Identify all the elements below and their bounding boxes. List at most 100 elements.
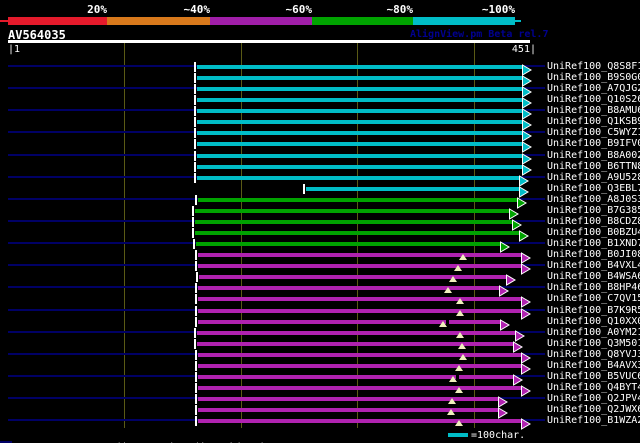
ruler-gridline [124,43,125,428]
alignment-bar[interactable] [195,231,520,235]
alignment-bar[interactable] [197,87,523,91]
alignment-bar-arrowhead [521,415,531,430]
alignment-bar[interactable] [198,320,501,324]
alignment-bar[interactable] [196,242,501,246]
query-gap-marker-icon [456,298,464,304]
bar-start-marker [195,383,197,393]
bar-start-marker [195,361,197,371]
alignment-bar-arrowhead [521,382,531,397]
alignment-bar[interactable] [198,386,522,390]
alignment-bar[interactable] [197,154,523,158]
bar-start-marker [195,306,197,316]
alignment-bar[interactable] [198,309,522,313]
legend-large-gaps: Large gaps: (in Query)/- (in Subject) [8,430,266,443]
bar-start-marker [195,394,197,404]
alignment-bar[interactable] [197,331,516,335]
bar-start-marker [195,405,197,415]
alignment-bar[interactable] [198,198,518,202]
subject-gap-marker [446,318,449,326]
alignment-bar[interactable] [198,419,522,423]
alignment-bar[interactable] [198,286,500,290]
alignment-bar-arrowhead [498,404,508,419]
alignment-bar[interactable] [197,142,523,146]
alignment-bar[interactable] [195,220,513,224]
query-gap-marker-icon [454,265,462,271]
alignment-bar[interactable] [197,65,523,69]
bar-start-marker [194,95,196,105]
alignment-bar[interactable] [198,375,514,379]
query-gap-marker-icon [456,310,464,316]
query-gap-marker-icon [447,409,455,415]
alignment-bar[interactable] [198,264,522,268]
bar-start-marker [195,317,197,327]
bar-start-marker [192,228,194,238]
alignment-bar[interactable] [197,98,523,102]
bar-start-marker [194,117,196,127]
alignment-bar-arrowhead [499,282,509,297]
bar-start-marker [195,261,197,271]
alignment-bar[interactable] [199,275,507,279]
query-gap-marker-icon [455,387,463,393]
alignment-bar[interactable] [197,165,523,169]
subject-gap-marker [456,373,459,381]
bar-start-marker [196,272,198,282]
alignment-bar[interactable] [197,76,523,80]
alignment-bar-arrowhead [521,260,531,275]
alignment-bar-arrowhead [519,227,529,242]
query-gap-marker-icon [459,254,467,260]
alignment-bar-arrowhead [522,138,532,153]
query-gap-marker-icon [456,332,464,338]
bar-start-marker [194,173,196,183]
legend-scale-label: =100char. [471,430,526,441]
bar-start-marker [194,151,196,161]
bar-start-marker [194,339,196,349]
bar-start-marker [192,206,194,216]
query-gap-marker-icon [448,398,456,404]
alignment-bar[interactable] [198,297,522,301]
bar-start-marker [195,283,197,293]
alignment-bar[interactable] [306,187,520,191]
bar-start-marker [194,128,196,138]
query-gap-marker-icon [449,276,457,282]
alignment-bar-arrowhead [500,238,510,253]
alignment-bar-arrowhead [521,293,531,308]
alignment-bar[interactable] [197,342,514,346]
alignview-screen: 20% ~40% ~60% ~80% ~100% AV564035 AlignView.… [0,0,640,443]
alignment-bar-arrowhead [500,316,510,331]
query-gap-marker-icon [459,354,467,360]
bar-start-marker [194,62,196,72]
alignment-bar[interactable] [197,176,520,180]
bar-start-marker [194,84,196,94]
alignment-area: UniRef100_Q8S8F1 UniRef100_B9S0G0 UniRef10… [0,0,640,443]
bar-start-marker [193,239,195,249]
hit-label[interactable]: UniRef100_B9IFV0 [545,138,640,150]
bar-start-marker [194,162,196,172]
legend-scale-swatch [448,433,468,437]
bar-start-marker [194,106,196,116]
bar-start-marker [195,350,197,360]
alignment-bar[interactable] [197,120,523,124]
bar-start-marker [194,139,196,149]
bar-start-marker [303,184,305,194]
alignment-bar[interactable] [197,109,523,113]
alignment-bar[interactable] [198,253,522,257]
hit-label[interactable]: UniRef100_B1WZA2 [545,415,640,427]
alignment-bar-arrowhead [521,305,531,320]
query-gap-marker-icon [455,420,463,426]
hit-label[interactable]: UniRef100_C7QV15 [545,293,640,305]
query-gap-marker-icon [444,287,452,293]
alignment-bar[interactable] [197,131,523,135]
alignment-bar[interactable] [195,209,510,213]
bar-start-marker [194,328,196,338]
bar-start-marker [195,416,197,426]
bar-start-marker [195,294,197,304]
bar-start-marker [195,250,197,260]
bar-start-marker [195,372,197,382]
alignment-bar[interactable] [198,364,522,368]
bar-start-marker [192,217,194,227]
bar-start-marker [194,73,196,83]
query-gap-marker-icon [455,365,463,371]
query-gap-marker-icon [458,343,466,349]
bar-start-marker [195,195,197,205]
alignment-bar[interactable] [198,353,522,357]
